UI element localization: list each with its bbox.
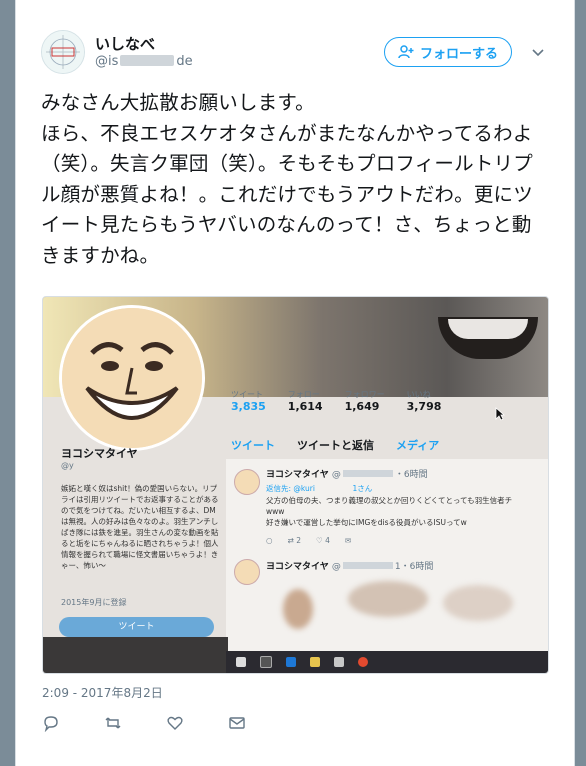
handle-redaction xyxy=(120,55,175,66)
photo-stat-tweets: ツイート 3,835 xyxy=(231,390,266,413)
chevron-down-icon[interactable] xyxy=(530,44,546,60)
tweet-actions xyxy=(42,714,246,733)
task-view-icon xyxy=(260,656,272,668)
like-icon[interactable] xyxy=(166,714,184,732)
chrome-icon xyxy=(358,657,368,667)
tweet-text: みなさん大拡散お願いします。 ほら、不良エセスケオタさんがまたなんかやってるわよ… xyxy=(41,91,533,267)
photo-feed-name-2: ヨコシマタイヤ @1・6時間 xyxy=(266,562,434,572)
photo-profile-face xyxy=(59,305,205,451)
store-icon xyxy=(334,657,344,667)
user-handle[interactable]: @is de xyxy=(95,54,193,69)
photo-feed-line2: www xyxy=(266,507,285,516)
photo-laptop-edge xyxy=(43,637,228,673)
photo-stat-followers: フォロワー 1,649 xyxy=(344,390,385,413)
photo-feed-line3: 好き嫌いで運営した挙句にIMGをdisる役員がいるISUってw xyxy=(266,518,467,527)
windows-icon xyxy=(236,657,246,667)
photo-blur-3 xyxy=(443,585,513,621)
photo-tabs: ツイート ツイートと返信 メディア xyxy=(231,437,439,453)
reply-icon[interactable] xyxy=(42,714,60,733)
follow-button[interactable]: フォローする xyxy=(384,37,512,67)
profile-avatar[interactable] xyxy=(41,30,85,74)
photo-feed: ヨコシマタイヤ @ ・6時間 返信先: @kuri 1さん 父方の伯母の夫、つまり… xyxy=(226,459,548,673)
follow-button-label: フォローする xyxy=(419,46,498,62)
photo-taskbar xyxy=(226,651,548,673)
photo-tab-replies: ツイートと返信 xyxy=(297,439,374,452)
photo-teeth xyxy=(448,319,528,339)
photo-profile-name: ヨコシマタイヤ xyxy=(61,447,138,460)
message-icon[interactable] xyxy=(228,714,246,732)
display-name[interactable]: いしなべ xyxy=(95,33,155,54)
photo-joined-date: 2015年9月に登録 xyxy=(61,598,127,607)
tweet-timestamp[interactable]: 2:09 - 2017年8月2日 xyxy=(42,684,163,701)
tweet-card: いしなべ @is de フォローする みなさん大拡散お願いします。 ほら、不良エセ… xyxy=(15,0,575,766)
tweet-photo[interactable]: ツイート 3,835 フォロー 1,614 フォロワー 1,649 いいね 3,798 … xyxy=(42,296,549,674)
photo-tab-media: メディア xyxy=(396,439,440,452)
photo-feed-avatar-1 xyxy=(234,469,260,495)
edge-icon xyxy=(286,657,296,667)
add-user-icon xyxy=(398,45,414,59)
photo-feed-avatar-2 xyxy=(234,559,260,585)
photo-stats: ツイート 3,835 フォロー 1,614 フォロワー 1,649 いいね 3,798 xyxy=(231,389,441,413)
photo-stat-following: フォロー 1,614 xyxy=(287,390,323,413)
photo-feed-actions: ○ ⇄ 2 ♡ 4 ✉ xyxy=(266,536,352,545)
photo-blur-2 xyxy=(348,581,428,617)
photo-feed-line1: 父方の伯母の夫、つまり義理の叔父とか回りくどくてとっても羽生信者チ xyxy=(266,496,513,505)
retweet-icon[interactable] xyxy=(104,714,122,732)
photo-stat-likes: いいね 3,798 xyxy=(406,390,442,413)
handle-prefix: @is xyxy=(95,54,119,69)
photo-profile-bio: 嫉妬と嘆く奴はshit！偽の愛国いらない。リプライは引用リツイートでお返事するこ… xyxy=(61,484,219,570)
folder-icon xyxy=(310,657,320,667)
photo-cursor-icon xyxy=(495,407,505,421)
page-backdrop-right xyxy=(574,0,586,766)
photo-feed-name-1: ヨコシマタイヤ @ ・6時間 xyxy=(266,470,428,480)
photo-tab-tweets: ツイート xyxy=(231,439,275,452)
handle-suffix: de xyxy=(176,54,193,69)
photo-tweet-button: ツイート xyxy=(59,617,214,637)
photo-profile-handle: @y xyxy=(61,461,74,470)
photo-feed-reply-to: 返信先: @kuri 1さん xyxy=(266,484,373,493)
photo-blur-1 xyxy=(283,589,313,629)
